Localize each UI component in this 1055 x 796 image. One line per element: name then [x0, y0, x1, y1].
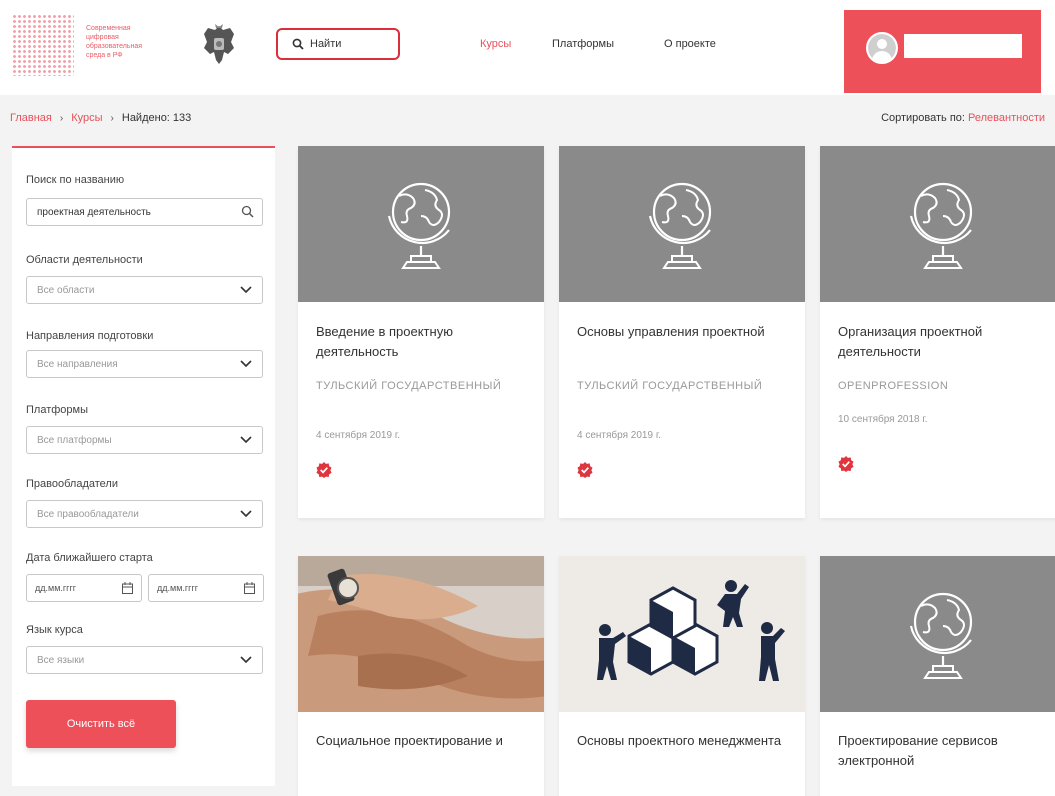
chevron-right-icon: › — [110, 112, 114, 124]
chevron-down-icon — [240, 656, 252, 664]
directions-select[interactable]: Все направления — [26, 350, 263, 378]
logo-dots[interactable] — [12, 14, 74, 76]
filter-label-owners: Правообладатели — [26, 478, 118, 490]
logo-line: Современная — [86, 25, 131, 32]
chevron-down-icon — [240, 360, 252, 368]
verified-badge-icon — [316, 462, 332, 478]
filter-label-title: Поиск по названию — [26, 174, 125, 186]
course-card[interactable]: Социальное проектирование и — [298, 556, 544, 796]
nav-courses[interactable]: Курсы — [480, 38, 511, 50]
verified-badge-icon — [838, 456, 854, 472]
platforms-select[interactable]: Все платформы — [26, 426, 263, 454]
logo-line: образовательная — [86, 43, 143, 50]
verified-badge-icon — [577, 462, 593, 478]
course-card[interactable]: Введение в проектную деятельность ТУЛЬСК… — [298, 146, 544, 518]
site-header: Современная цифровая образовательная сре… — [0, 0, 1055, 95]
breadcrumb-courses[interactable]: Курсы — [71, 112, 102, 124]
start-date-from-placeholder: дд.мм.гггг — [35, 583, 77, 593]
filter-label-areas: Области деятельности — [26, 254, 143, 266]
title-search-input[interactable]: проектная деятельность — [26, 198, 263, 226]
course-card[interactable]: Основы управления проектной ТУЛЬСКИЙ ГОС… — [559, 146, 805, 518]
chevron-down-icon — [240, 510, 252, 518]
areas-select[interactable]: Все области — [26, 276, 263, 304]
course-title[interactable]: Основы управления проектной — [577, 322, 792, 342]
sort-control: Сортировать по: Релевантности — [881, 112, 1045, 124]
user-menu[interactable] — [844, 10, 1041, 93]
calendar-icon[interactable] — [244, 582, 255, 594]
directions-select-value: Все направления — [37, 358, 118, 370]
card-image — [820, 556, 1055, 712]
user-name-redacted — [904, 34, 1022, 58]
course-title[interactable]: Организация проектной деятельности — [838, 322, 1053, 362]
course-title[interactable]: Введение в проектную деятельность — [316, 322, 531, 362]
search-button-label: Найти — [310, 38, 342, 50]
logo-text[interactable]: Современная цифровая образовательная сре… — [86, 24, 186, 60]
globe-icon — [648, 182, 712, 270]
course-title[interactable]: Социальное проектирование и — [316, 731, 531, 751]
chevron-down-icon — [240, 436, 252, 444]
areas-select-value: Все области — [37, 284, 95, 296]
avatar[interactable] — [866, 32, 898, 64]
course-org: ТУЛЬСКИЙ ГОСУДАРСТВЕННЫЙ — [577, 380, 763, 392]
course-date: 4 сентября 2019 г. — [316, 430, 401, 441]
course-title[interactable]: Проектирование сервисов электронной — [838, 731, 1053, 771]
language-select[interactable]: Все языки — [26, 646, 263, 674]
card-image — [559, 556, 805, 712]
start-date-from[interactable]: дд.мм.гггг — [26, 574, 142, 602]
language-select-value: Все языки — [37, 654, 85, 666]
sort-label: Сортировать по: — [881, 112, 969, 124]
course-title[interactable]: Основы проектного менеджмента — [577, 731, 792, 751]
start-date-to[interactable]: дд.мм.гггг — [148, 574, 264, 602]
title-search-value: проектная деятельность — [37, 206, 151, 218]
nav-platforms[interactable]: Платформы — [552, 38, 614, 50]
breadcrumb: Главная › Курсы › Найдено: 133 — [10, 112, 191, 124]
clear-all-button[interactable]: Очистить всё — [26, 700, 176, 748]
owners-select[interactable]: Все правообладатели — [26, 500, 263, 528]
results-count: Найдено: 133 — [121, 112, 192, 124]
breadcrumb-home[interactable]: Главная — [10, 112, 52, 124]
avatar-icon — [868, 34, 896, 62]
course-card[interactable]: Основы проектного менеджмента — [559, 556, 805, 796]
globe-icon — [909, 182, 973, 270]
course-card[interactable]: Организация проектной деятельности OPENP… — [820, 146, 1055, 518]
coat-of-arms-icon — [204, 24, 234, 64]
filter-label-start-date: Дата ближайшего старта — [26, 552, 153, 564]
globe-icon — [387, 182, 451, 270]
logo-line: цифровая — [86, 34, 119, 41]
globe-icon — [909, 592, 973, 680]
course-org: OPENPROFESSION — [838, 380, 949, 392]
course-org: ТУЛЬСКИЙ ГОСУДАРСТВЕННЫЙ — [316, 380, 502, 392]
card-image — [559, 146, 805, 302]
card-image — [298, 556, 544, 712]
hands-photo — [298, 556, 544, 712]
card-image — [820, 146, 1055, 302]
search-icon — [292, 38, 304, 50]
search-button[interactable]: Найти — [276, 28, 400, 60]
course-date: 10 сентября 2018 г. — [838, 414, 928, 425]
chevron-right-icon: › — [59, 112, 64, 124]
filter-label-platforms: Платформы — [26, 404, 88, 416]
owners-select-value: Все правообладатели — [37, 508, 139, 520]
search-icon[interactable] — [241, 205, 254, 218]
filter-label-language: Язык курса — [26, 624, 83, 636]
platforms-select-value: Все платформы — [37, 434, 112, 446]
nav-about[interactable]: О проекте — [664, 38, 716, 50]
course-date: 4 сентября 2019 г. — [577, 430, 662, 441]
start-date-to-placeholder: дд.мм.гггг — [157, 583, 199, 593]
filter-label-directions: Направления подготовки — [26, 330, 154, 342]
course-card[interactable]: Проектирование сервисов электронной — [820, 556, 1055, 796]
calendar-icon[interactable] — [122, 582, 133, 594]
chevron-down-icon — [240, 286, 252, 294]
sort-value[interactable]: Релевантности — [968, 112, 1045, 124]
logo-line: среда в РФ — [86, 52, 123, 59]
cubes-people-illustration — [559, 556, 805, 712]
filter-sidebar: Поиск по названию проектная деятельность… — [12, 146, 275, 786]
card-image — [298, 146, 544, 302]
